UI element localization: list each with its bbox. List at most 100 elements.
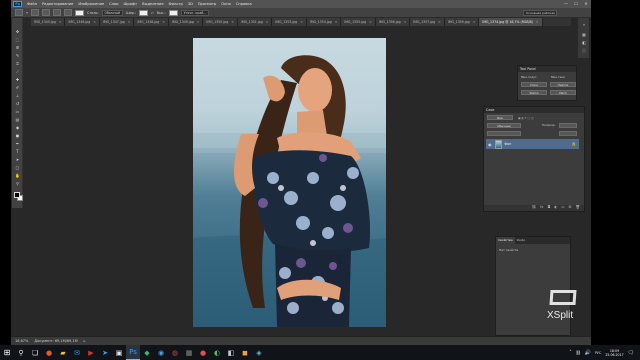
app-icon-7[interactable]: ◧ xyxy=(224,345,238,360)
mask-icon[interactable]: ◘ xyxy=(547,205,550,211)
tab-info[interactable]: Инфо xyxy=(515,237,528,244)
app-icon-9[interactable]: ◈ xyxy=(252,345,266,360)
doc-tab[interactable]: IMG_1349.jpg × xyxy=(168,18,204,26)
telegram-icon[interactable]: ➤ xyxy=(98,345,112,360)
quick-select-tool-icon[interactable]: ✎ xyxy=(14,52,21,58)
tool-panel-button-2[interactable]: Healing xyxy=(550,82,576,87)
workspace-select[interactable]: Основная рабочая среда xyxy=(523,10,557,16)
file-explorer-icon[interactable]: ▰ xyxy=(56,345,70,360)
refine-edge-button[interactable]: Уточн. край... xyxy=(180,9,210,16)
zoom-level[interactable]: 16,67% xyxy=(15,339,28,343)
dropdown-arrow-icon[interactable]: ▾ xyxy=(26,10,28,15)
menu-view[interactable]: Просмотр xyxy=(198,2,216,6)
doc-tab[interactable]: IMG_1346.jpg × xyxy=(65,18,100,26)
app-icon[interactable]: ◆ xyxy=(140,345,154,360)
close-icon[interactable]: × xyxy=(266,18,269,26)
path-select-tool-icon[interactable]: ➤ xyxy=(14,156,21,162)
folder-icon[interactable]: ▭ xyxy=(561,205,564,211)
tool-panel-button-3[interactable]: Stamp xyxy=(521,90,547,95)
adjust-icon[interactable]: ◧ xyxy=(580,40,588,46)
doc-tab[interactable]: IMG_1353.jpg × xyxy=(272,18,307,26)
app-icon-5[interactable]: ● xyxy=(196,345,210,360)
new-layer-icon[interactable]: ⊞ xyxy=(569,205,572,211)
menu-select[interactable]: Выделение xyxy=(142,2,163,6)
trash-icon[interactable]: 🗑 xyxy=(576,205,580,211)
style-select[interactable]: Обычный xyxy=(101,9,124,16)
info-icon[interactable]: ⓘ xyxy=(580,48,588,54)
close-icon[interactable]: × xyxy=(93,18,96,26)
eye-icon[interactable]: ◉ xyxy=(488,142,492,147)
doc-tab[interactable]: IMG_1351.jpg × xyxy=(237,18,273,26)
app-icon-6[interactable]: ◐ xyxy=(210,345,224,360)
language-indicator[interactable]: РУС xyxy=(595,351,602,355)
chevron-up-icon[interactable]: ˄ xyxy=(569,350,572,356)
close-icon[interactable]: × xyxy=(59,18,62,26)
type-tool-icon[interactable]: T xyxy=(14,148,21,154)
eraser-tool-icon[interactable]: ▭ xyxy=(14,108,21,114)
brush-tool-icon[interactable]: ✐ xyxy=(14,84,21,90)
menu-edit[interactable]: Редактирование xyxy=(42,2,73,6)
link-icon[interactable]: ⛓ xyxy=(532,205,536,211)
crop-tool-icon[interactable]: ⌗ xyxy=(14,60,21,66)
network-icon[interactable]: ▥ xyxy=(576,350,581,356)
task-view-icon[interactable]: ❏ xyxy=(28,345,42,360)
close-icon[interactable]: × xyxy=(404,18,407,26)
doc-tab[interactable]: IMG_1348.jpg × xyxy=(134,18,169,26)
notifications-icon[interactable]: 🗨 xyxy=(628,350,634,356)
history-brush-tool-icon[interactable]: ↺ xyxy=(14,100,21,106)
collapse-arrow-icon[interactable]: » xyxy=(580,22,588,28)
status-arrow-icon[interactable]: ▸ xyxy=(84,339,86,343)
marquee-tool-icon[interactable]: ⬚ xyxy=(14,36,21,42)
intersect-selection-icon[interactable] xyxy=(64,9,73,16)
maximize-button[interactable]: ☐ xyxy=(573,1,579,6)
menu-file[interactable]: Файл xyxy=(27,2,37,6)
eyedropper-tool-icon[interactable]: ⟋ xyxy=(14,68,21,74)
menu-3d[interactable]: 3D xyxy=(188,2,193,6)
app-icon-3[interactable]: ◍ xyxy=(168,345,182,360)
pen-tool-icon[interactable]: ✒ xyxy=(14,140,21,146)
close-button[interactable]: ✕ xyxy=(583,1,589,6)
doc-tab-active[interactable]: IMG_1374.jpg @ 16,7% (RGB/8) × xyxy=(479,18,543,26)
layer-name[interactable]: Фон xyxy=(505,142,512,146)
menu-help[interactable]: Справка xyxy=(236,2,252,6)
layer-row-background[interactable]: ◉ Фон 🔒 xyxy=(486,139,579,149)
new-selection-icon[interactable] xyxy=(31,9,40,16)
clone-stamp-tool-icon[interactable]: ⊥ xyxy=(14,92,21,98)
close-icon[interactable]: × xyxy=(231,18,234,26)
zoom-tool-icon[interactable]: ⚲ xyxy=(14,180,21,186)
feather-input[interactable] xyxy=(75,9,85,16)
browser-icon[interactable]: ● xyxy=(42,345,56,360)
add-selection-icon[interactable] xyxy=(42,9,51,16)
blur-tool-icon[interactable]: ◆ xyxy=(14,124,21,130)
subtract-selection-icon[interactable] xyxy=(53,9,62,16)
blend-mode-select[interactable]: Обычные xyxy=(487,123,521,128)
app-icon-4[interactable]: ▦ xyxy=(182,345,196,360)
app-icon-8[interactable]: ◼ xyxy=(238,345,252,360)
history-icon[interactable]: ▦ xyxy=(580,32,588,38)
close-icon[interactable]: × xyxy=(162,18,165,26)
photoshop-taskbar-icon[interactable]: Ps xyxy=(126,345,140,360)
volume-icon[interactable]: 🔊 xyxy=(584,350,590,356)
close-icon[interactable]: × xyxy=(438,18,441,26)
filter-icons[interactable]: ▣ ◐ T ▢ ◫ xyxy=(518,116,534,120)
close-icon[interactable]: × xyxy=(335,18,338,26)
tab-properties[interactable]: Свойства xyxy=(496,237,515,244)
menu-type[interactable]: Шрифт xyxy=(124,2,138,6)
doc-tab[interactable]: IMG_1354.jpg × xyxy=(306,18,342,26)
mail-icon[interactable]: ✉ xyxy=(70,345,84,360)
foreground-color-swatch[interactable] xyxy=(14,192,20,198)
width-input[interactable] xyxy=(139,9,149,16)
swap-icon[interactable]: ⇄ xyxy=(151,11,154,15)
start-button[interactable]: ⊞ xyxy=(0,345,14,360)
doc-tab[interactable]: IMG_1350.jpg × xyxy=(203,18,238,26)
doc-tab[interactable]: IMG_1355.jpg × xyxy=(341,18,376,26)
dodge-tool-icon[interactable]: ● xyxy=(14,132,21,138)
fx-icon[interactable]: fx xyxy=(540,205,543,211)
current-tool-icon[interactable] xyxy=(15,9,23,16)
opacity-input[interactable] xyxy=(559,123,577,128)
doc-tab[interactable]: IMG_1345.jpg × xyxy=(31,18,66,26)
doc-tab[interactable]: IMG_1347.jpg × xyxy=(99,18,135,26)
lock-options[interactable] xyxy=(487,131,521,136)
close-icon[interactable]: × xyxy=(128,18,131,26)
media-icon[interactable]: ▶ xyxy=(84,345,98,360)
